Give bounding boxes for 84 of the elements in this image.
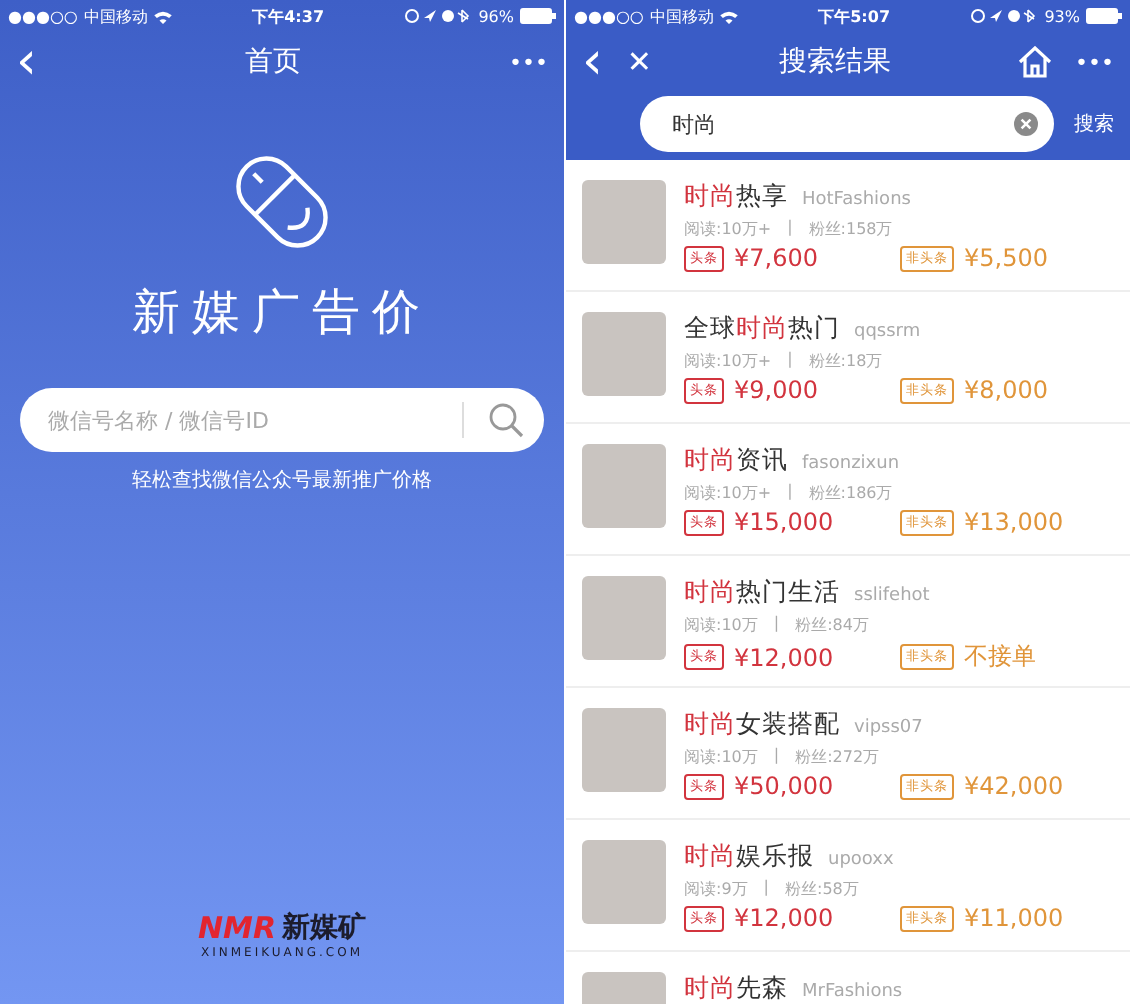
account-id: qqssrm — [854, 322, 921, 342]
account-id: upooxx — [828, 850, 894, 870]
wifi-icon — [153, 9, 172, 23]
fan-count: 粉丝:84万 — [795, 614, 869, 636]
battery-percent: 93% — [1044, 7, 1080, 25]
stat-divider: | — [787, 350, 793, 372]
wifi-icon — [719, 9, 738, 23]
account-name: 时尚热门生活 — [684, 576, 840, 610]
more-button[interactable]: ••• — [509, 51, 548, 73]
account-id: sslifehot — [854, 586, 930, 606]
battery-icon — [1086, 8, 1122, 24]
account-name: 全球时尚热门 — [684, 312, 840, 346]
search-input[interactable]: 时尚 — [668, 109, 1014, 139]
read-count: 阅读:10万 — [684, 746, 758, 768]
fan-count: 粉丝:158万 — [808, 218, 893, 240]
home-icon[interactable] — [1017, 46, 1052, 78]
battery-percent: 96% — [478, 7, 514, 25]
avatar-placeholder — [582, 444, 666, 528]
result-item[interactable]: 时尚先森 MrFashions — [566, 952, 1130, 1004]
read-count: 阅读:9万 — [684, 878, 748, 900]
non-headline-price: ¥5,500 — [964, 244, 1048, 272]
avatar-placeholder — [582, 576, 666, 660]
status-icons — [970, 8, 1039, 24]
search-field[interactable]: 微信号名称 / 微信号ID — [20, 388, 544, 452]
account-id: MrFashions — [802, 982, 903, 1002]
non-headline-price: ¥11,000 — [964, 904, 1064, 932]
signal-strength: ●●●○○ — [8, 7, 78, 25]
close-button[interactable]: ✕ — [626, 47, 652, 77]
search-icon[interactable] — [488, 402, 524, 438]
more-button[interactable]: ••• — [1075, 51, 1114, 73]
stat-divider: | — [787, 218, 793, 240]
search-hint: 轻松查找微信公众号最新推广价格 — [132, 467, 432, 494]
status-time: 下午4:37 — [252, 5, 325, 27]
account-name: 时尚热享 — [684, 180, 788, 214]
headline-price: ¥9,000 — [734, 376, 818, 404]
battery-icon — [520, 8, 556, 24]
page-title: 首页 — [242, 44, 303, 80]
clear-icon[interactable] — [1014, 112, 1038, 136]
fan-count: 粉丝:18万 — [808, 350, 883, 372]
search-button[interactable]: 搜索 — [1074, 110, 1114, 138]
account-name: 时尚先森 — [684, 972, 788, 1004]
account-name: 时尚娱乐报 — [684, 840, 814, 874]
stat-divider: | — [787, 482, 793, 504]
headline-price: ¥12,000 — [734, 904, 834, 932]
non-headline-price: ¥8,000 — [964, 376, 1048, 404]
headline-price: ¥50,000 — [734, 772, 834, 800]
status-time: 下午5:07 — [818, 5, 891, 27]
avatar-placeholder — [582, 312, 666, 396]
account-id: vipss07 — [854, 718, 923, 738]
fan-count: 粉丝:272万 — [795, 746, 880, 768]
stat-divider: | — [773, 746, 780, 768]
headline-price: ¥15,000 — [734, 508, 834, 536]
read-count: 阅读:10万+ — [684, 482, 772, 504]
back-button[interactable]: ‹ — [16, 36, 37, 88]
avatar-placeholder — [582, 180, 666, 264]
stat-divider: | — [773, 614, 780, 636]
account-id: fasonzixun — [802, 454, 900, 474]
status-icons — [404, 8, 473, 24]
read-count: 阅读:10万+ — [684, 218, 772, 240]
read-count: 阅读:10万+ — [684, 350, 772, 372]
search-field[interactable]: 时尚 — [640, 96, 1054, 152]
carrier-name: 中国移动 — [83, 5, 148, 27]
account-id: HotFashions — [802, 190, 911, 210]
non-headline-price: 不接单 — [964, 640, 1036, 674]
fan-count: 粉丝:186万 — [808, 482, 893, 504]
read-count: 阅读:10万 — [684, 614, 758, 636]
non-headline-price: ¥42,000 — [964, 772, 1064, 800]
logo-mark: NMR — [197, 910, 277, 946]
headline-price: ¥12,000 — [734, 643, 834, 671]
non-headline-price: ¥13,000 — [964, 508, 1064, 536]
avatar-placeholder — [582, 840, 666, 924]
back-button[interactable]: ‹ — [582, 36, 603, 88]
headline-price: ¥7,600 — [734, 244, 818, 272]
search-input[interactable]: 微信号名称 / 微信号ID — [44, 405, 438, 435]
carrier-name: 中国移动 — [649, 5, 714, 27]
account-name: 时尚 资讯 — [684, 444, 788, 478]
logo-name: 新媒矿 — [282, 910, 367, 946]
fan-count: 粉丝:58万 — [785, 878, 859, 900]
stat-divider: | — [763, 878, 769, 900]
app-title: 新媒广告价 — [132, 282, 432, 344]
signal-strength: ●●●○○ — [574, 7, 644, 25]
avatar-placeholder — [582, 708, 666, 792]
page-title: 搜索结果 — [776, 44, 893, 80]
account-name: 时尚女装搭配 — [684, 708, 840, 742]
